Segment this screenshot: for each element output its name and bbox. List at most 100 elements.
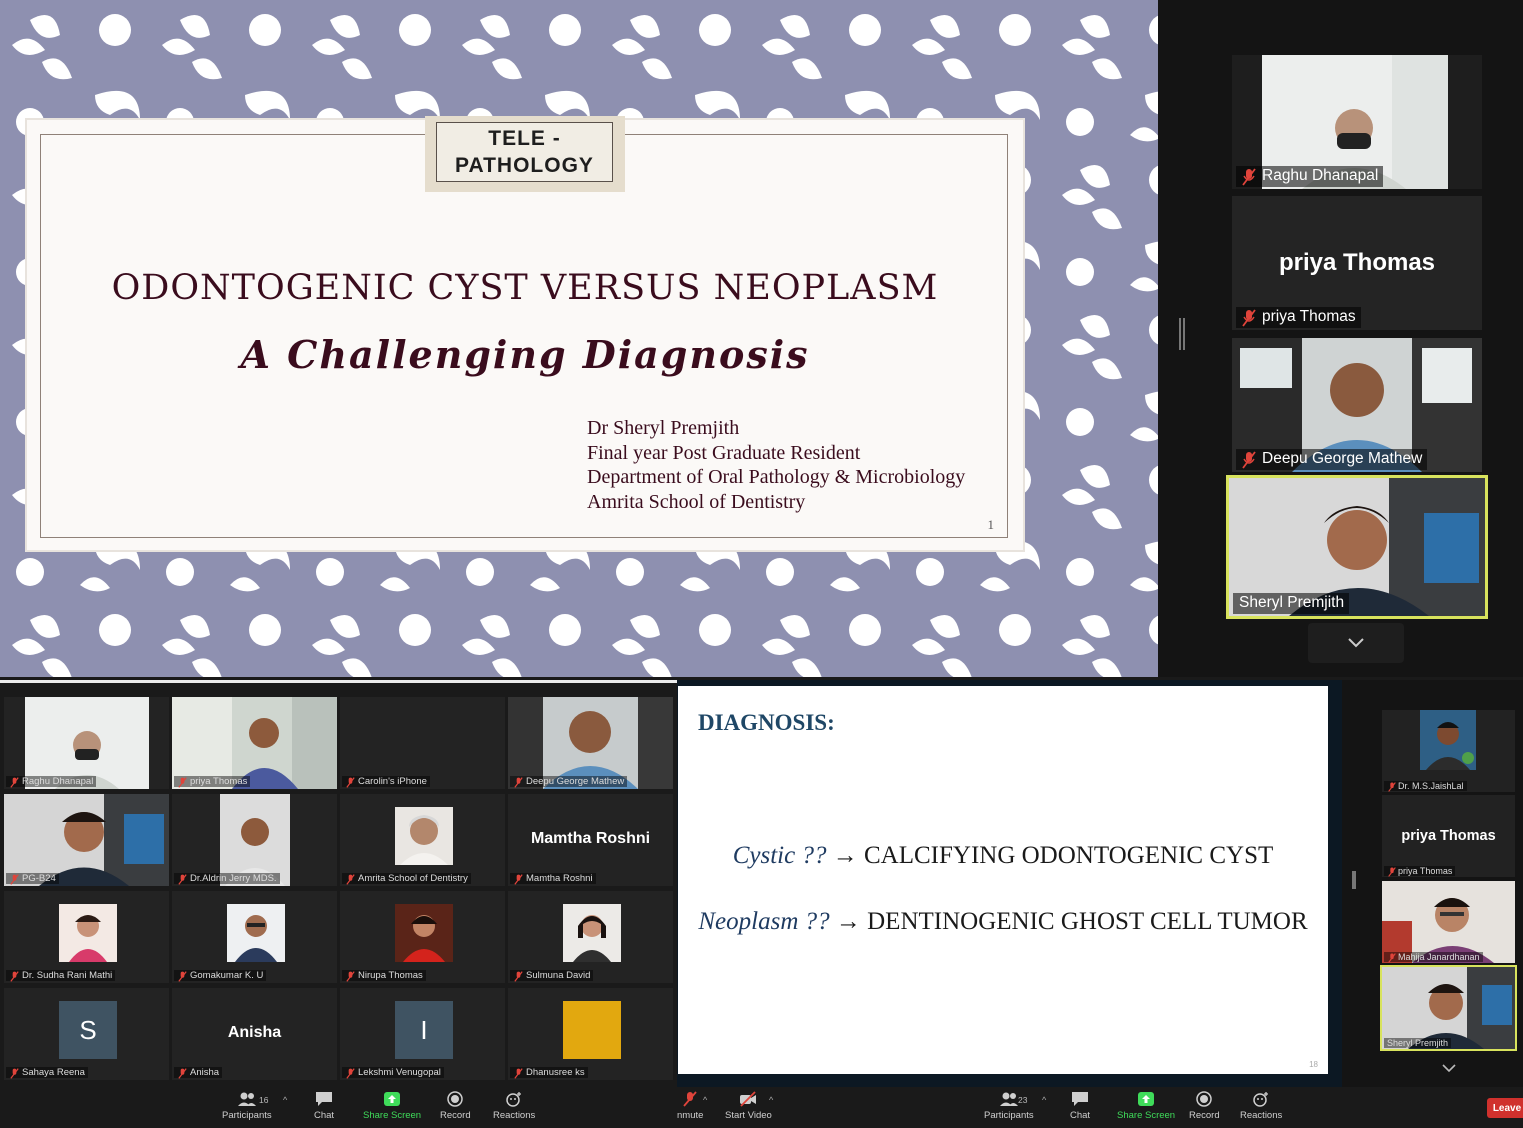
leave-button[interactable]: Leave xyxy=(1487,1098,1523,1118)
cystic-label: Cystic ?? xyxy=(732,842,827,869)
video-tile-sheryl-active-speaker[interactable]: Sheryl Premjith xyxy=(1229,478,1485,616)
gallery-tile-label: Sulmuna David xyxy=(510,970,594,982)
muted-mic-icon xyxy=(1242,168,1256,186)
author-role: Final year Post Graduate Resident xyxy=(587,441,861,464)
share-screen-button[interactable]: Share Screen xyxy=(1117,1091,1175,1121)
side-tile[interactable]: Dr. M.S.JaishLal xyxy=(1382,710,1515,792)
author-name: Dr Sheryl Premjith xyxy=(587,417,740,439)
participant-name-large: Mamtha Roshni xyxy=(530,830,651,847)
side-tile-active-speaker[interactable]: Sheryl Premjith xyxy=(1382,967,1515,1049)
neoplasm-diagnosis: DENTINOGENIC GHOST CELL TUMOR xyxy=(867,908,1308,935)
slide-heading: DIAGNOSIS: xyxy=(698,710,835,735)
gallery-tile-active-speaker[interactable]: priya Thomas xyxy=(172,697,337,789)
chat-button[interactable]: Chat xyxy=(314,1091,334,1121)
muted-mic-icon xyxy=(1242,309,1256,327)
video-off-icon xyxy=(740,1091,757,1107)
muted-mic-icon xyxy=(683,1091,697,1107)
share-screen-icon xyxy=(1138,1092,1155,1106)
diagnosis-line-cystic: Cystic ?? → CALCIFYING ODONTOGENIC CYST xyxy=(678,842,1328,870)
video-feed xyxy=(1382,881,1515,963)
gallery-tile[interactable]: Dr. Sudha Rani Mathi xyxy=(4,891,169,983)
gallery-tile-label: Nirupa Thomas xyxy=(342,970,426,982)
reactions-button[interactable]: Reactions xyxy=(493,1091,535,1121)
unmute-button[interactable]: nmute xyxy=(677,1091,703,1121)
gallery-tile[interactable]: PG-B24 xyxy=(4,794,169,886)
share-screen-button[interactable]: Share Screen xyxy=(363,1091,421,1121)
gallery-tile[interactable]: Dr.Aldrin Jerry MDS. xyxy=(172,794,337,886)
side-tile[interactable]: Mahija Janardhanan xyxy=(1382,881,1515,963)
record-button[interactable]: Record xyxy=(440,1091,471,1121)
gallery-tile[interactable]: Carolin's iPhone xyxy=(340,697,505,789)
author-block: Dr Sheryl Premjith Final year Post Gradu… xyxy=(587,416,965,514)
participant-name-label: Deepu George Mathew xyxy=(1236,449,1428,470)
video-feed xyxy=(1382,967,1515,1049)
side-tile-label: Sheryl Premjith xyxy=(1384,1038,1452,1048)
chevron-down-icon[interactable] xyxy=(1308,623,1404,663)
side-tile-label: priya Thomas xyxy=(1384,866,1456,877)
record-button[interactable]: Record xyxy=(1189,1091,1220,1121)
video-tile-deepu[interactable]: Deepu George Mathew xyxy=(1232,338,1482,472)
gallery-tile-label: Mamtha Roshni xyxy=(510,873,596,885)
slide-title: ODONTOGENIC CYST VERSUS NEOPLASM xyxy=(111,268,939,308)
avatar xyxy=(563,904,621,962)
gallery-tile-label: Deepu George Mathew xyxy=(510,776,628,788)
chevron-down-icon[interactable] xyxy=(1442,1060,1456,1078)
tag-line-2: PATHOLOGY xyxy=(455,154,594,177)
gallery-tile-label: PG-B24 xyxy=(6,873,59,885)
diagnosis-line-neoplasm: Neoplasm ?? → DENTINOGENIC GHOST CELL TU… xyxy=(678,908,1328,936)
tag-line-1: TELE - xyxy=(488,127,561,150)
shared-slide-diagnosis: DIAGNOSIS: Cystic ?? → CALCIFYING ODONTO… xyxy=(678,686,1328,1074)
gallery-tile-label: Sahaya Reena xyxy=(6,1067,88,1079)
video-tile-priya[interactable]: priya Thomas priya Thomas xyxy=(1232,196,1482,330)
video-feed xyxy=(1420,710,1476,770)
gallery-tile[interactable]: Nirupa Thomas xyxy=(340,891,505,983)
gallery-tile[interactable]: Anisha Anisha xyxy=(172,988,337,1080)
gallery-tile[interactable]: Gomakumar K. U xyxy=(172,891,337,983)
side-tile[interactable]: priya Thomas priya Thomas xyxy=(1382,795,1515,877)
caret-up-icon[interactable]: ^ xyxy=(1042,1095,1046,1105)
avatar xyxy=(395,807,453,865)
caret-up-icon[interactable]: ^ xyxy=(769,1095,773,1105)
gallery-tile[interactable]: I Lekshmi Venugopal xyxy=(340,988,505,1080)
participant-name-label: priya Thomas xyxy=(1236,307,1361,328)
gallery-tile[interactable]: S Sahaya Reena xyxy=(4,988,169,1080)
gallery-tile-label: Dr. Sudha Rani Mathi xyxy=(6,970,116,982)
zoom-screenshot: TELE - PATHOLOGY ODONTOGENIC CYST VERSUS… xyxy=(0,0,1523,1128)
start-video-button[interactable]: Start Video xyxy=(725,1091,772,1121)
caret-up-icon[interactable]: ^ xyxy=(703,1095,707,1105)
tag-box: TELE - PATHOLOGY xyxy=(436,122,613,182)
gallery-tile-label: priya Thomas xyxy=(174,776,251,788)
gallery-tile-label: Lekshmi Venugopal xyxy=(342,1067,444,1079)
participants-icon xyxy=(999,1092,1018,1106)
gallery-tile[interactable]: Deepu George Mathew xyxy=(508,697,673,789)
shared-slide-diagnosis-frame: DIAGNOSIS: Cystic ?? → CALCIFYING ODONTO… xyxy=(677,680,1342,1087)
gallery-tile[interactable]: Amrita School of Dentistry xyxy=(340,794,505,886)
avatar xyxy=(395,904,453,962)
reactions-button[interactable]: Reactions xyxy=(1240,1091,1282,1121)
chat-icon xyxy=(1072,1092,1089,1106)
gallery-tile-label: Carolin's iPhone xyxy=(342,776,430,788)
gallery-tile[interactable]: Dhanusree ks xyxy=(508,988,673,1080)
gallery-tile[interactable]: Sulmuna David xyxy=(508,891,673,983)
gallery-tile-label: Amrita School of Dentistry xyxy=(342,873,471,885)
avatar xyxy=(227,904,285,962)
participant-name-large: priya Thomas xyxy=(1278,249,1436,276)
side-tile-label: Dr. M.S.JaishLal xyxy=(1384,781,1467,792)
cystic-diagnosis: CALCIFYING ODONTOGENIC CYST xyxy=(863,842,1274,869)
gallery-tile-label: Gomakumar K. U xyxy=(174,970,267,982)
participants-count: 23 xyxy=(1018,1095,1028,1105)
record-icon xyxy=(447,1091,464,1107)
arrow-icon: → xyxy=(835,908,861,935)
reactions-icon xyxy=(506,1092,522,1107)
avatar xyxy=(59,904,117,962)
panel-resize-handle[interactable] xyxy=(1179,318,1185,350)
avatar-letter: I xyxy=(395,1001,453,1059)
panel-resize-handle[interactable] xyxy=(1352,871,1356,889)
video-tile-raghu[interactable]: Raghu Dhanapal xyxy=(1232,55,1482,189)
speaker-panel-small: Dr. M.S.JaishLal priya Thomas priya Thom… xyxy=(1342,680,1523,1087)
gallery-tile[interactable]: Mamtha Roshni Mamtha Roshni xyxy=(508,794,673,886)
caret-up-icon[interactable]: ^ xyxy=(283,1095,287,1105)
chat-button[interactable]: Chat xyxy=(1070,1091,1090,1121)
gallery-tile[interactable]: Raghu Dhanapal xyxy=(4,697,169,789)
gallery-tile-label: Dhanusree ks xyxy=(510,1067,588,1079)
